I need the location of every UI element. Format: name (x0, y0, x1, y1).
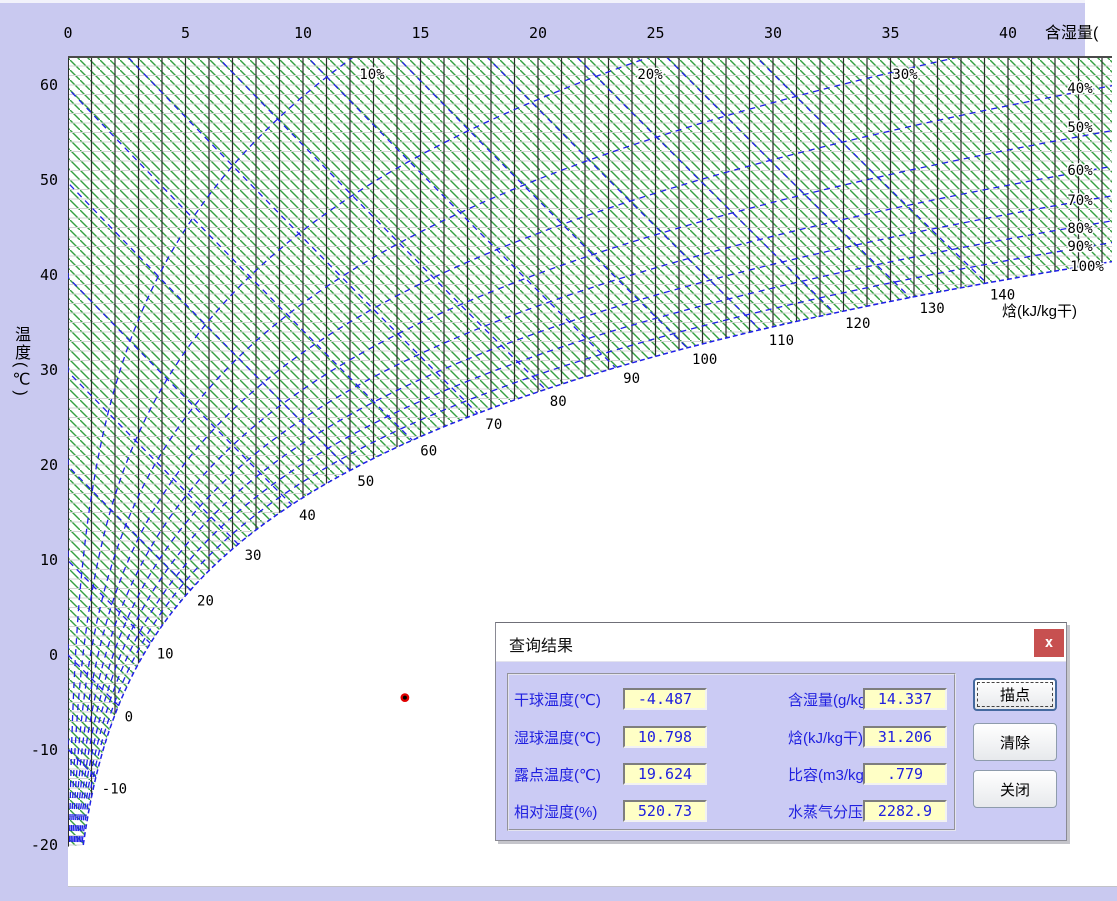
svg-text:120: 120 (845, 316, 870, 332)
svg-text:焓(kJ/kg干): 焓(kJ/kg干) (1002, 303, 1077, 320)
svg-text:40: 40 (299, 508, 316, 524)
svg-text:50%: 50% (1067, 120, 1093, 136)
y-axis-title: 温度(℃) (8, 326, 32, 398)
svg-text:130: 130 (919, 301, 944, 317)
wet-bulb-field[interactable]: 10.798 (623, 726, 707, 748)
svg-text:140: 140 (990, 288, 1015, 304)
svg-text:5: 5 (181, 24, 190, 42)
svg-text:60%: 60% (1067, 163, 1093, 179)
svg-text:80: 80 (550, 394, 567, 410)
dew-point-label: 露点温度(℃) (514, 764, 601, 785)
svg-text:-10: -10 (102, 782, 127, 798)
svg-text:40: 40 (40, 266, 58, 284)
dry-bulb-label: 干球温度(℃) (514, 689, 601, 710)
clear-button[interactable]: 清除 (973, 723, 1057, 761)
svg-text:90%: 90% (1067, 239, 1093, 255)
query-result-dialog: 查询结果 x 干球温度(℃) -4.487 湿球温度(℃) 10.798 露点温… (495, 622, 1067, 841)
plotted-point (402, 694, 408, 700)
svg-text:110: 110 (769, 333, 794, 349)
close-button[interactable]: 关闭 (973, 770, 1057, 808)
svg-text:100%: 100% (1070, 259, 1104, 275)
close-icon[interactable]: x (1034, 629, 1064, 657)
svg-text:60: 60 (420, 443, 437, 459)
svg-text:35: 35 (881, 24, 899, 42)
svg-text:30: 30 (245, 548, 262, 564)
enthalpy-field[interactable]: 31.206 (863, 726, 947, 748)
plot-point-button[interactable]: 描点 (973, 678, 1057, 711)
svg-text:20: 20 (197, 593, 214, 609)
svg-text:20: 20 (529, 24, 547, 42)
specific-volume-field[interactable]: .779 (863, 763, 947, 785)
svg-text:60: 60 (40, 76, 58, 94)
svg-text:40: 40 (999, 24, 1017, 42)
vapor-pressure-field[interactable]: 2282.9 (863, 800, 947, 822)
svg-text:15: 15 (411, 24, 429, 42)
svg-text:20%: 20% (637, 67, 663, 83)
svg-text:30%: 30% (892, 67, 918, 83)
dew-point-field[interactable]: 19.624 (623, 763, 707, 785)
svg-text:10: 10 (294, 24, 312, 42)
svg-text:10: 10 (157, 647, 174, 663)
bottom-margin (68, 886, 1117, 897)
svg-text:40%: 40% (1067, 81, 1093, 97)
svg-text:20: 20 (40, 456, 58, 474)
wet-bulb-label: 湿球温度(℃) (514, 727, 601, 748)
svg-text:70%: 70% (1067, 193, 1093, 209)
humidity-ratio-field[interactable]: 14.337 (863, 688, 947, 710)
svg-text:25: 25 (646, 24, 664, 42)
svg-text:0: 0 (63, 24, 72, 42)
svg-text:50: 50 (40, 171, 58, 189)
svg-text:80%: 80% (1067, 221, 1093, 237)
svg-text:-10: -10 (31, 741, 58, 759)
svg-text:90: 90 (623, 371, 640, 387)
dialog-titlebar[interactable]: 查询结果 x (496, 623, 1066, 662)
dialog-title: 查询结果 (509, 632, 573, 656)
dry-bulb-field[interactable]: -4.487 (623, 688, 707, 710)
svg-text:70: 70 (485, 417, 502, 433)
svg-text:50: 50 (357, 474, 374, 490)
svg-text:100: 100 (692, 352, 717, 368)
rel-humidity-label: 相对湿度(%) (514, 801, 597, 822)
svg-text:-20: -20 (31, 836, 58, 854)
svg-text:30: 30 (40, 361, 58, 379)
svg-text:0: 0 (125, 709, 133, 725)
enthalpy-label: 焓(kJ/kg干) (788, 727, 863, 748)
rel-humidity-field[interactable]: 520.73 (623, 800, 707, 822)
svg-text:30: 30 (764, 24, 782, 42)
svg-text:10%: 10% (359, 67, 385, 83)
svg-text:0: 0 (49, 646, 58, 664)
svg-text:含湿量(: 含湿量( (1045, 24, 1099, 42)
svg-text:10: 10 (40, 551, 58, 569)
